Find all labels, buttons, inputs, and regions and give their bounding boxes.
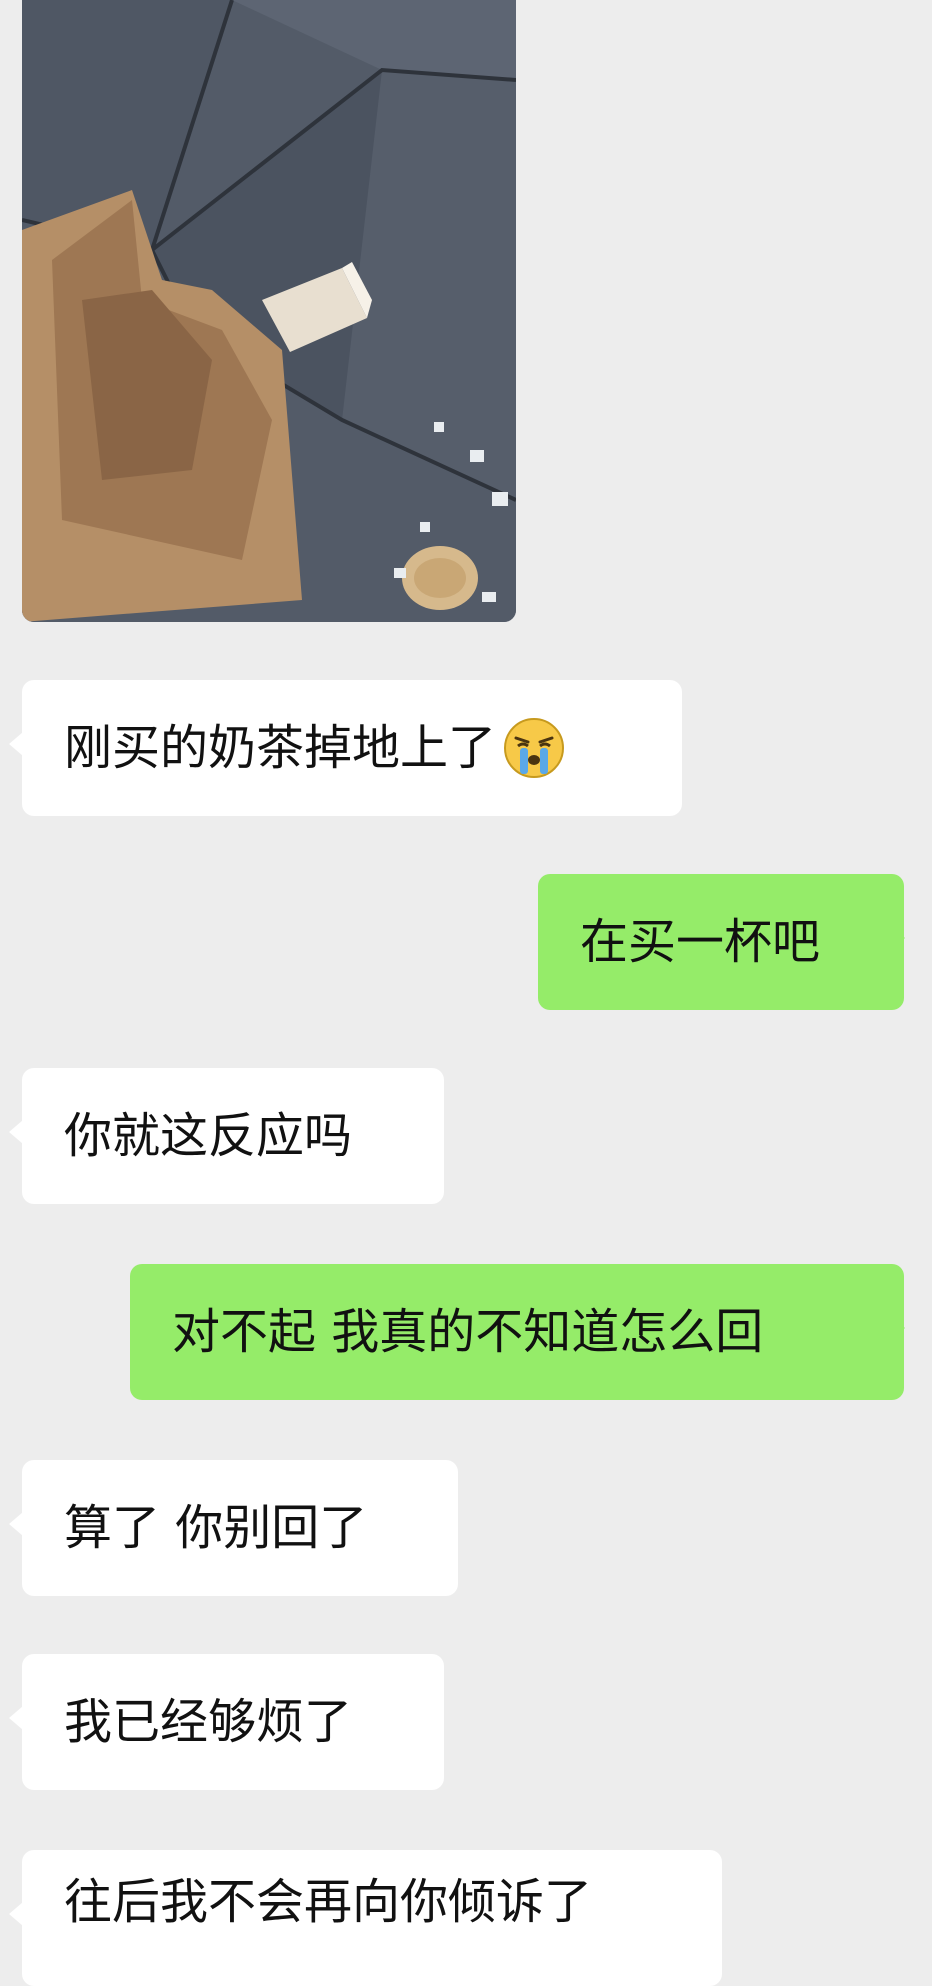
image-message-spilled-milk-tea[interactable] [22, 0, 516, 622]
message-bubble[interactable]: 在买一杯吧 [538, 874, 904, 1010]
bubble-tail [9, 1120, 23, 1144]
message-text: 在买一杯吧 [580, 914, 821, 970]
message-bubble[interactable]: 我已经够烦了 [22, 1654, 444, 1790]
bubble-tail [9, 1512, 23, 1536]
message-bubble[interactable]: 刚买的奶茶掉地上了 [22, 680, 682, 816]
bubble-tail [9, 1902, 23, 1926]
message-bubble[interactable]: 对不起 我真的不知道怎么回 [130, 1264, 904, 1400]
message-bubble[interactable]: 算了 你别回了 [22, 1460, 458, 1596]
chat-message-list[interactable]: 刚买的奶茶掉地上了 在买一杯吧 你就这反应吗 对不起 我真的不知道怎么回 算了 … [0, 0, 932, 1986]
message-text: 算了 你别回了 [64, 1500, 368, 1556]
bubble-tail [9, 1706, 23, 1730]
bubble-tail [891, 926, 905, 950]
message-text: 你就这反应吗 [64, 1108, 353, 1164]
bubble-tail [891, 1316, 905, 1340]
crying-face-icon [504, 718, 565, 778]
message-text: 刚买的奶茶掉地上了 [64, 720, 497, 776]
bubble-tail [9, 732, 23, 756]
message-text: 对不起 我真的不知道怎么回 [172, 1304, 764, 1360]
message-text: 往后我不会再向你倾诉了 [64, 1874, 593, 1930]
message-bubble[interactable]: 往后我不会再向你倾诉了 [22, 1850, 722, 1986]
message-text: 我已经够烦了 [64, 1694, 353, 1750]
photo-content [22, 0, 516, 622]
message-bubble[interactable]: 你就这反应吗 [22, 1068, 444, 1204]
